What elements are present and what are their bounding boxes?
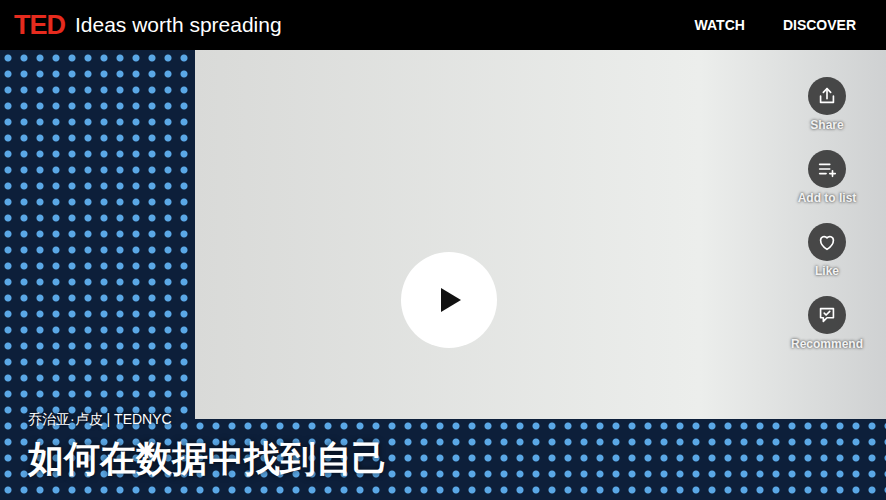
action-button[interactable]: Share [808, 77, 846, 132]
talk-caption: 乔治亚·卢皮 | TEDNYC 如何在数据中找到自己 [28, 411, 388, 484]
tagline: Ideas worth spreading [75, 13, 282, 37]
action-circle[interactable] [808, 150, 846, 188]
action-label: Like [815, 264, 839, 278]
nav-item[interactable]: DISCOVER [783, 17, 856, 33]
play-icon [429, 280, 469, 320]
play-button[interactable] [401, 252, 497, 348]
action-label: Share [810, 118, 843, 132]
talk-title[interactable]: 如何在数据中找到自己 [28, 435, 388, 484]
action-button[interactable]: Add to list [798, 150, 857, 205]
action-circle[interactable] [808, 296, 846, 334]
action-button[interactable]: Like [808, 223, 846, 278]
ted-page: TED Ideas worth spreading WATCH DISCOVER Sha… [0, 0, 886, 500]
action-column: Share Add to list Like Recommend [784, 77, 870, 351]
video-player[interactable]: Share Add to list Like Recommend 乔治亚·卢皮 | TE… [0, 50, 886, 500]
action-button[interactable]: Recommend [791, 296, 863, 351]
nav-item[interactable]: WATCH [695, 17, 745, 33]
add-to-list-icon [816, 158, 838, 180]
speaker-event[interactable]: 乔治亚·卢皮 | TEDNYC [28, 411, 388, 429]
brand[interactable]: TED Ideas worth spreading [14, 10, 282, 41]
recommend-icon [816, 304, 838, 326]
main-nav: WATCH DISCOVER [695, 17, 856, 33]
share-icon [816, 85, 838, 107]
ted-logo[interactable]: TED [14, 10, 65, 41]
action-label: Add to list [798, 191, 857, 205]
top-bar: TED Ideas worth spreading WATCH DISCOVER [0, 0, 886, 50]
action-label: Recommend [791, 337, 863, 351]
action-circle[interactable] [808, 223, 846, 261]
action-circle[interactable] [808, 77, 846, 115]
heart-icon [816, 231, 838, 253]
